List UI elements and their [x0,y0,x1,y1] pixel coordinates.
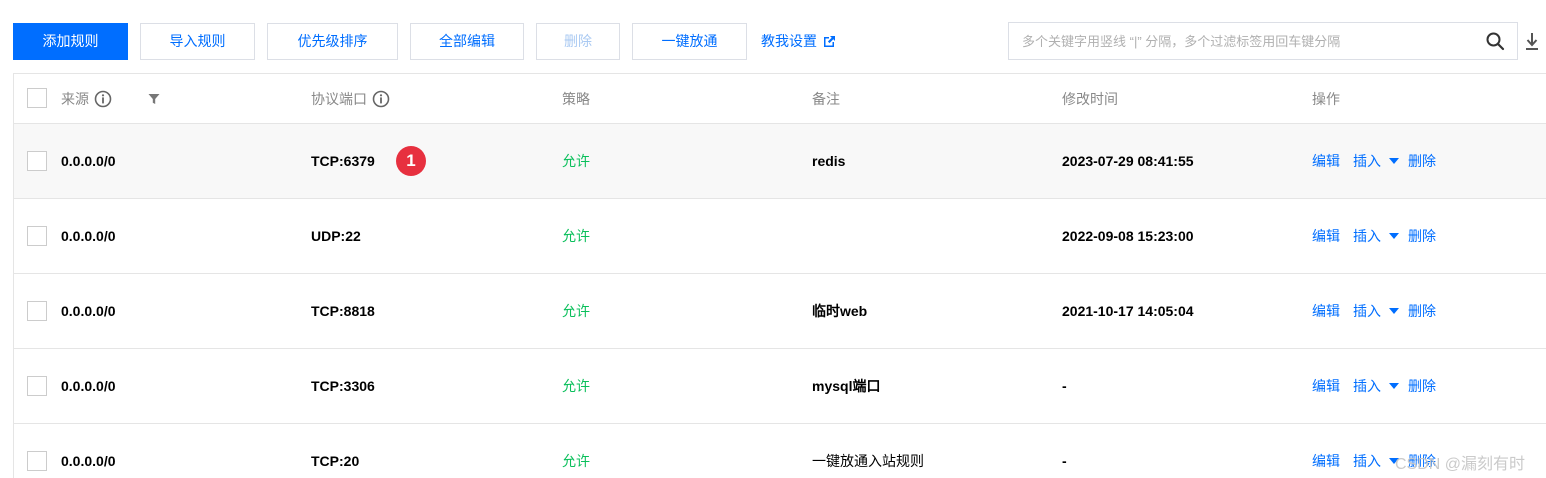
table-row: 0.0.0.0/0 TCP:6379 1 允许 redis 2023-07-29… [14,124,1546,199]
insert-dropdown[interactable]: 插入 [1353,151,1399,171]
modified-time-cell: 2023-07-29 08:41:55 [1062,153,1194,169]
search-box [1008,22,1518,60]
modified-time-header: 修改时间 [1062,90,1118,107]
row-checkbox[interactable] [27,376,47,396]
protocol-port-cell: UDP:22 [311,228,361,244]
download-icon[interactable] [1524,31,1540,51]
policy-cell: 允许 [562,153,590,169]
note-header: 备注 [812,90,840,107]
search-input[interactable] [1009,23,1485,59]
teach-me-label: 教我设置 [761,33,817,49]
edit-link[interactable]: 编辑 [1312,151,1340,171]
caret-down-icon [1389,383,1399,389]
operation-header: 操作 [1312,90,1340,107]
source-cell: 0.0.0.0/0 [61,453,116,469]
one-click-allow-button[interactable]: 一键放通 [632,22,747,60]
insert-dropdown[interactable]: 插入 [1353,376,1399,396]
delete-button[interactable]: 删除 [536,22,620,60]
priority-sort-button[interactable]: 优先级排序 [267,22,398,60]
policy-cell: 允许 [562,453,590,469]
caret-down-icon [1389,158,1399,164]
note-cell: redis [812,153,846,169]
note-cell: 一键放通入站规则 [812,453,924,469]
row-checkbox[interactable] [27,151,47,171]
edit-link[interactable]: 编辑 [1312,451,1340,471]
protocol-port-cell: TCP:20 [311,453,360,469]
external-link-icon [824,35,835,47]
protocol-port-header-label: 协议端口 [311,90,367,107]
insert-label: 插入 [1353,453,1381,469]
modified-time-cell: 2021-10-17 14:05:04 [1062,303,1194,319]
edit-link[interactable]: 编辑 [1312,226,1340,246]
protocol-port-header: 协议端口 [311,89,390,109]
row-checkbox[interactable] [27,226,47,246]
delete-link[interactable]: 删除 [1408,376,1436,396]
filter-icon[interactable] [148,93,160,105]
table-row: 0.0.0.0/0 TCP:3306 允许 mysql端口 - 编辑 插入 删除 [14,349,1546,424]
source-header-label: 来源 [61,90,89,107]
row-checkbox[interactable] [27,451,47,471]
delete-link[interactable]: 删除 [1408,301,1436,321]
insert-label: 插入 [1353,153,1381,169]
table-row: 0.0.0.0/0 UDP:22 允许 2022-09-08 15:23:00 … [14,199,1546,274]
protocol-port-cell: TCP:8818 [311,303,375,319]
table-row: 0.0.0.0/0 TCP:8818 允许 临时web 2021-10-17 1… [14,274,1546,349]
protocol-port-cell: TCP:6379 [311,153,375,169]
operation-cell: 编辑 插入 删除 [1312,376,1449,396]
insert-label: 插入 [1353,228,1381,244]
toolbar: 添加规则 导入规则 优先级排序 全部编辑 删除 一键放通 教我设置 [13,22,836,60]
caret-down-icon [1389,233,1399,239]
note-cell: mysql端口 [812,378,881,394]
protocol-port-cell: TCP:3306 [311,378,375,394]
search-icon[interactable] [1485,31,1505,51]
teach-me-link[interactable]: 教我设置 [761,31,836,51]
edit-all-button[interactable]: 全部编辑 [410,22,524,60]
operation-cell: 编辑 插入 删除 [1312,301,1449,321]
modified-time-cell: - [1062,453,1067,469]
watermark: CSDN @漏刻有时 [1395,456,1526,473]
insert-label: 插入 [1353,303,1381,319]
row-checkbox[interactable] [27,301,47,321]
select-all-checkbox[interactable] [27,88,47,108]
add-rule-button[interactable]: 添加规则 [13,22,128,60]
policy-cell: 允许 [562,303,590,319]
annotation-badge: 1 [396,146,426,176]
note-cell: 临时web [812,303,868,319]
import-rules-button[interactable]: 导入规则 [140,22,255,60]
table-row: 0.0.0.0/0 TCP:20 允许 一键放通入站规则 - 编辑 插入 删除 [14,424,1546,478]
modified-time-cell: 2022-09-08 15:23:00 [1062,228,1194,244]
policy-cell: 允许 [562,378,590,394]
policy-header: 策略 [562,90,590,107]
modified-time-cell: - [1062,378,1067,394]
source-cell: 0.0.0.0/0 [61,378,116,394]
info-icon[interactable] [372,90,390,108]
operation-cell: 编辑 插入 删除 [1312,151,1449,171]
delete-link[interactable]: 删除 [1408,226,1436,246]
source-cell: 0.0.0.0/0 [61,153,116,169]
source-header: 来源 [61,89,112,109]
source-cell: 0.0.0.0/0 [61,303,116,319]
insert-dropdown[interactable]: 插入 [1353,226,1399,246]
operation-cell: 编辑 插入 删除 [1312,226,1449,246]
edit-link[interactable]: 编辑 [1312,376,1340,396]
source-cell: 0.0.0.0/0 [61,228,116,244]
table-header: 来源 协议端口 策略 备注 修改时间 操作 [14,74,1546,124]
insert-dropdown[interactable]: 插入 [1353,451,1399,471]
policy-cell: 允许 [562,228,590,244]
edit-link[interactable]: 编辑 [1312,301,1340,321]
info-icon[interactable] [94,90,112,108]
rules-table: 来源 协议端口 策略 备注 修改时间 操作 0.0.0.0/0 TCP:6379 [13,73,1546,478]
insert-label: 插入 [1353,378,1381,394]
caret-down-icon [1389,308,1399,314]
insert-dropdown[interactable]: 插入 [1353,301,1399,321]
delete-link[interactable]: 删除 [1408,151,1436,171]
